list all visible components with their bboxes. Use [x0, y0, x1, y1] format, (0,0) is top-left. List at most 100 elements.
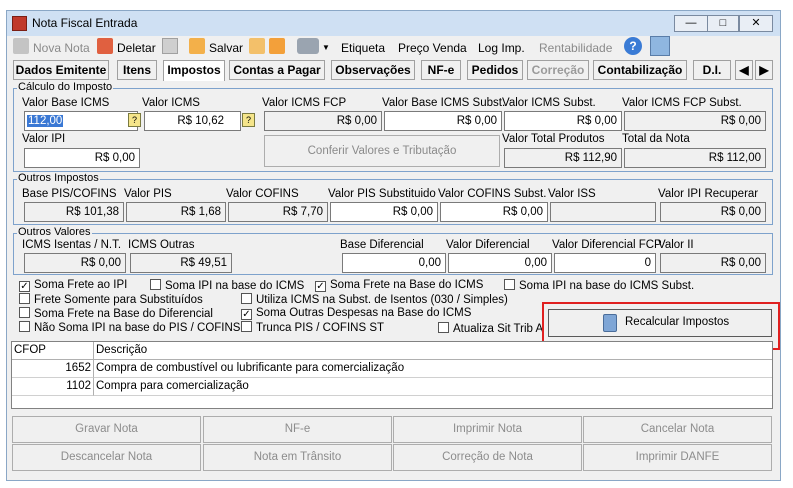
profitability-button[interactable]: Rentabilidade	[539, 38, 612, 58]
cancelar-nota-button[interactable]: Cancelar Nota	[583, 416, 772, 443]
grid-header-descricao[interactable]: Descrição	[94, 342, 772, 360]
new-note-button[interactable]: Nova Nota	[33, 38, 90, 58]
diferencial-fcp-field[interactable]: 0	[554, 253, 656, 273]
label-icms-outras: ICMS Outras	[128, 239, 195, 251]
help-icon[interactable]: ?	[624, 37, 642, 55]
refresh-icon[interactable]	[269, 38, 285, 54]
table-row-descricao[interactable]: Compra de combustível ou lubrificante pa…	[94, 360, 772, 378]
tab-nfe[interactable]: NF-e	[421, 60, 461, 80]
checkbox-soma-frete-base-icms[interactable]: ✓ Soma Frete na Base do ICMS	[315, 279, 483, 292]
table-row-cfop[interactable]: 1652	[12, 360, 94, 378]
save-button[interactable]: Salvar	[209, 38, 243, 58]
total-produtos-field[interactable]: R$ 112,90	[504, 148, 622, 168]
log-import-button[interactable]: Log Imp.	[478, 38, 525, 58]
label-valor-cofins: Valor COFINS	[226, 188, 299, 200]
help-lookup-icon[interactable]: ?	[128, 113, 141, 127]
checkbox-soma-frete-diferencial[interactable]: Soma Frete na Base do Diferencial	[19, 307, 213, 320]
checkbox-frete-substituidos[interactable]: Frete Somente para Substituídos	[19, 293, 203, 306]
imprimir-nota-button[interactable]: Imprimir Nota	[393, 416, 582, 443]
valor-ii-field[interactable]: R$ 0,00	[660, 253, 766, 273]
checkbox-icon[interactable]	[150, 279, 161, 290]
close-button[interactable]: ✕	[739, 15, 773, 32]
cancel-icon[interactable]	[249, 38, 265, 54]
checkbox-icon[interactable]	[504, 279, 515, 290]
imprimir-danfe-button[interactable]: Imprimir DANFE	[583, 444, 772, 471]
checkbox-icon[interactable]	[241, 321, 252, 332]
maximize-button[interactable]: □	[707, 15, 739, 32]
tab-correcao[interactable]: Correção	[527, 60, 589, 80]
checkbox-label: Frete Somente para Substituídos	[34, 294, 203, 306]
checkbox-icon[interactable]: ✓	[241, 309, 252, 320]
checkbox-utiliza-icms-subst[interactable]: Utiliza ICMS na Subst. de Isentos (030 /…	[241, 293, 508, 306]
outros-impostos-title: Outros Impostos	[17, 172, 100, 184]
tab-observacoes[interactable]: Observações	[331, 60, 415, 80]
checkbox-icon[interactable]: ✓	[19, 281, 30, 292]
minimize-button[interactable]: —	[674, 15, 708, 32]
printer-dropdown-icon[interactable]: ▼	[322, 38, 330, 58]
tab-di[interactable]: D.I.	[693, 60, 731, 80]
printer-icon[interactable]	[297, 38, 319, 54]
toolbar: Nova Nota Deletar Salvar ▼ Etiqueta Preç…	[7, 36, 780, 60]
tab-pedidos[interactable]: Pedidos	[467, 60, 523, 80]
recalc-button[interactable]: Recalcular Impostos	[548, 309, 772, 337]
nfe-button[interactable]: NF-e	[203, 416, 392, 443]
icms-outras-field[interactable]: R$ 49,51	[130, 253, 232, 273]
valor-icms-field[interactable]: R$ 10,62	[144, 111, 241, 131]
tab-contas-a-pagar[interactable]: Contas a Pagar	[229, 60, 325, 80]
grid-header-cfop[interactable]: CFOP	[12, 342, 94, 360]
icms-fcp-field[interactable]: R$ 0,00	[264, 111, 382, 131]
base-icms-subst-field[interactable]: R$ 0,00	[384, 111, 502, 131]
label-button[interactable]: Etiqueta	[341, 38, 385, 58]
ipi-recuperar-field[interactable]: R$ 0,00	[660, 202, 766, 222]
valor-pis-field[interactable]: R$ 1,68	[126, 202, 226, 222]
pis-substituido-field[interactable]: R$ 0,00	[330, 202, 438, 222]
help-lookup-icon[interactable]: ?	[242, 113, 255, 127]
label-icms-fcp: Valor ICMS FCP	[262, 97, 347, 109]
tab-impostos[interactable]: Impostos	[163, 60, 225, 81]
descancelar-nota-button[interactable]: Descancelar Nota	[12, 444, 201, 471]
base-icms-field[interactable]: 112,00	[24, 111, 138, 131]
conferir-button[interactable]: Conferir Valores e Tributação	[264, 135, 500, 167]
nota-em-transito-button[interactable]: Nota em Trânsito	[203, 444, 392, 471]
checkbox-soma-outras-despesas[interactable]: ✓ Soma Outras Despesas na Base do ICMS	[241, 307, 471, 320]
exit-icon[interactable]	[650, 36, 670, 56]
cofins-subst-field[interactable]: R$ 0,00	[440, 202, 548, 222]
tab-contabilizacao[interactable]: Contabilização	[593, 60, 687, 80]
valor-iss-field[interactable]	[550, 202, 656, 222]
sale-price-button[interactable]: Preço Venda	[398, 38, 467, 58]
table-row-cfop[interactable]: 1102	[12, 378, 94, 396]
checkbox-soma-ipi-base-icms-subst[interactable]: Soma IPI na base do ICMS Subst.	[504, 279, 694, 292]
checkbox-trunca-pis-cofins[interactable]: Trunca PIS / COFINS ST	[241, 321, 384, 334]
table-row-descricao[interactable]: Compra para comercialização	[94, 378, 772, 396]
valor-diferencial-field[interactable]: 0,00	[448, 253, 552, 273]
checkbox-icon[interactable]: ✓	[315, 281, 326, 292]
checkbox-icon[interactable]	[19, 307, 30, 318]
base-pis-field[interactable]: R$ 101,38	[24, 202, 124, 222]
total-nota-field[interactable]: R$ 112,00	[624, 148, 766, 168]
tab-scroll-left[interactable]: ◀	[735, 60, 753, 80]
label-valor-diferencial: Valor Diferencial	[446, 239, 530, 251]
tab-dados-emitente[interactable]: Dados Emitente	[13, 60, 109, 80]
delete-button[interactable]: Deletar	[117, 38, 156, 58]
tab-scroll-right[interactable]: ▶	[755, 60, 773, 80]
checkbox-soma-frete-ipi[interactable]: ✓ Soma Frete ao IPI	[19, 279, 127, 292]
icms-fcp-subst-field[interactable]: R$ 0,00	[624, 111, 766, 131]
up-arrow-icon[interactable]	[162, 38, 178, 54]
checkbox-nao-soma-ipi-pis[interactable]: Não Soma IPI na base do PIS / COFINS	[19, 321, 240, 334]
label-valor-ii: Valor II	[658, 239, 694, 251]
checkbox-icon[interactable]	[19, 293, 30, 304]
gravar-nota-button[interactable]: Gravar Nota	[12, 416, 201, 443]
checkbox-icon[interactable]	[438, 322, 449, 333]
checkbox-atualiza-sit-trib[interactable]: Atualiza Sit Trib A	[438, 322, 543, 335]
valor-ipi-field[interactable]: R$ 0,00	[24, 148, 140, 168]
correcao-nota-button[interactable]: Correção de Nota	[393, 444, 582, 471]
calc-group-title: Cálculo do Imposto	[17, 81, 114, 93]
checkbox-icon[interactable]	[241, 293, 252, 304]
checkbox-soma-ipi-base-icms[interactable]: Soma IPI na base do ICMS	[150, 279, 304, 292]
tab-itens[interactable]: Itens	[117, 60, 157, 80]
checkbox-icon[interactable]	[19, 321, 30, 332]
base-diferencial-field[interactable]: 0,00	[342, 253, 446, 273]
valor-cofins-field[interactable]: R$ 7,70	[228, 202, 328, 222]
icms-isentas-field[interactable]: R$ 0,00	[24, 253, 126, 273]
icms-subst-field[interactable]: R$ 0,00	[504, 111, 622, 131]
